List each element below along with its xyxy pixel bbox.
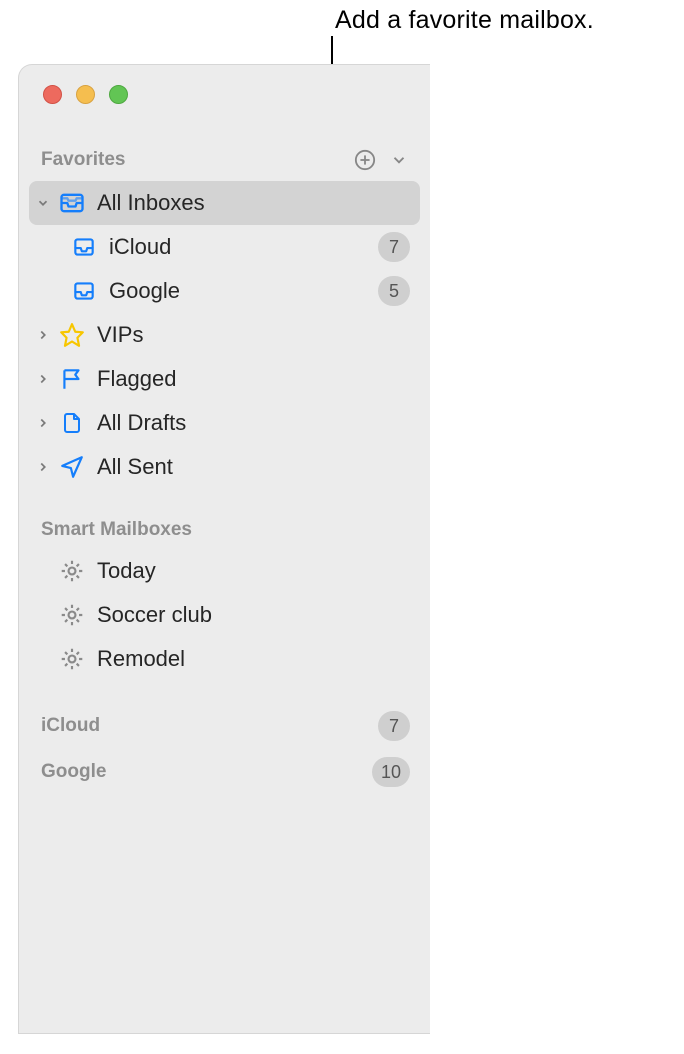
mail-sidebar: Favorites All Inboxes iCloud7 bbox=[19, 125, 430, 795]
window-fullscreen-button[interactable] bbox=[109, 85, 128, 104]
smart-mailboxes-list: Today Soccer club Remodel bbox=[29, 549, 420, 681]
section-chevron-icon[interactable] bbox=[386, 147, 412, 173]
mailbox-row[interactable]: Today bbox=[29, 549, 420, 593]
all-inboxes-icon bbox=[57, 188, 87, 218]
mailbox-label: iCloud bbox=[109, 234, 374, 260]
unread-badge: 7 bbox=[378, 232, 410, 262]
mailbox-row[interactable]: VIPs bbox=[29, 313, 420, 357]
mailbox-row[interactable]: All Inboxes bbox=[29, 181, 420, 225]
unread-badge: 10 bbox=[372, 757, 410, 787]
mailbox-label: All Sent bbox=[97, 454, 410, 480]
smart-mailboxes-section-title: Smart Mailboxes bbox=[41, 519, 412, 541]
mailbox-label: VIPs bbox=[97, 322, 410, 348]
mailbox-label: All Drafts bbox=[97, 410, 410, 436]
flag-icon bbox=[57, 364, 87, 394]
unread-badge: 5 bbox=[378, 276, 410, 306]
mailbox-label: Today bbox=[97, 558, 410, 584]
favorites-section-title: Favorites bbox=[41, 149, 344, 171]
doc-icon bbox=[57, 408, 87, 438]
mailbox-label: Flagged bbox=[97, 366, 410, 392]
window-minimize-button[interactable] bbox=[76, 85, 95, 104]
favorites-section-header: Favorites bbox=[29, 139, 420, 181]
mailbox-row[interactable]: Flagged bbox=[29, 357, 420, 401]
gear-icon bbox=[57, 600, 87, 630]
unread-badge: 7 bbox=[378, 711, 410, 741]
paperplane-icon bbox=[57, 452, 87, 482]
inbox-icon bbox=[69, 232, 99, 262]
mailbox-row[interactable]: Remodel bbox=[29, 637, 420, 681]
window-close-button[interactable] bbox=[43, 85, 62, 104]
account-label: iCloud bbox=[41, 715, 378, 737]
disclosure-triangle-icon[interactable] bbox=[33, 413, 53, 433]
accounts-list: iCloud7Google10 bbox=[29, 703, 420, 795]
mail-sidebar-window: Favorites All Inboxes iCloud7 bbox=[18, 64, 430, 1034]
mailbox-row[interactable]: All Drafts bbox=[29, 401, 420, 445]
mailbox-label: Google bbox=[109, 278, 374, 304]
account-section-header[interactable]: Google10 bbox=[29, 749, 420, 795]
mailbox-label: All Inboxes bbox=[97, 190, 410, 216]
mailbox-label: Soccer club bbox=[97, 602, 410, 628]
account-section-header[interactable]: iCloud7 bbox=[29, 703, 420, 749]
mailbox-row[interactable]: All Sent bbox=[29, 445, 420, 489]
disclosure-triangle-icon[interactable] bbox=[33, 369, 53, 389]
disclosure-triangle-icon[interactable] bbox=[33, 193, 53, 213]
mailbox-row[interactable]: Soccer club bbox=[29, 593, 420, 637]
disclosure-triangle-icon[interactable] bbox=[33, 457, 53, 477]
inbox-icon bbox=[69, 276, 99, 306]
smart-mailboxes-section-header: Smart Mailboxes bbox=[29, 511, 420, 549]
mailbox-row[interactable]: Google5 bbox=[29, 269, 420, 313]
account-label: Google bbox=[41, 761, 372, 783]
annotation-label: Add a favorite mailbox. bbox=[335, 6, 594, 35]
disclosure-triangle-icon[interactable] bbox=[33, 325, 53, 345]
star-icon bbox=[57, 320, 87, 350]
mailbox-label: Remodel bbox=[97, 646, 410, 672]
window-traffic-lights bbox=[19, 65, 430, 125]
gear-icon bbox=[57, 556, 87, 586]
favorites-list: All Inboxes iCloud7 Google5 VIPs Flagged… bbox=[29, 181, 420, 489]
gear-icon bbox=[57, 644, 87, 674]
mailbox-row[interactable]: iCloud7 bbox=[29, 225, 420, 269]
add-favorite-icon[interactable] bbox=[352, 147, 378, 173]
